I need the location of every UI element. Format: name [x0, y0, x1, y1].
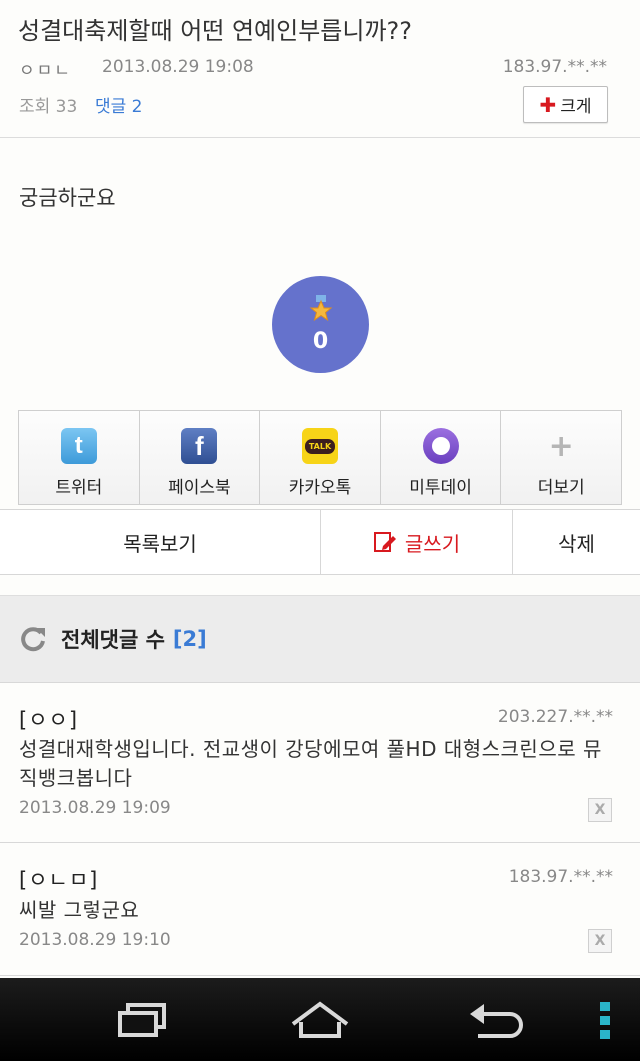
write-button[interactable]: 글쓰기 — [321, 510, 513, 574]
medal-star-icon — [309, 295, 332, 322]
comment-delete-button[interactable]: X — [588, 929, 612, 953]
facebook-icon: f — [181, 428, 218, 464]
twitter-icon: t — [60, 428, 97, 464]
comment-item: [ㅇㅇ] 203.227.**.** 성결대재학생입니다. 전교생이 강당에모여… — [0, 684, 640, 843]
menu-dots-icon — [600, 1001, 610, 1039]
home-icon — [291, 1001, 349, 1038]
recent-apps-button[interactable] — [105, 978, 180, 1061]
home-button[interactable] — [282, 978, 358, 1061]
comment-text: 성결대재학생입니다. 전교생이 강당에모여 풀HD 대형스크린으로 뮤직뱅크봅니… — [19, 737, 602, 790]
comment-text: 씨발 그렇군요 — [19, 898, 140, 922]
comment-count-link[interactable]: 댓글 2 — [95, 92, 143, 117]
post-body: 궁금하군요 — [19, 186, 116, 210]
comment-author: [ㅇㅇ] — [19, 708, 79, 732]
post-header: 성결대축제할때 어떤 연예인부릅니까?? ㅇㅁㄴ 2013.08.29 19:0… — [0, 0, 640, 138]
refresh-icon[interactable] — [19, 625, 47, 653]
comment-ip: 183.97.**.** — [508, 867, 613, 887]
enlarge-button[interactable]: ✚ 크게 — [523, 86, 608, 123]
comments-header: 전체댓글 수 [2] — [0, 595, 640, 683]
comments-title: 전체댓글 수 — [61, 628, 165, 652]
comment-ip: 203.227.**.** — [497, 707, 613, 727]
post-date: 2013.08.29 19:08 — [102, 57, 254, 77]
pencil-icon — [373, 532, 396, 552]
post-author[interactable]: ㅇㅁㄴ — [19, 56, 72, 81]
share-twitter-button[interactable]: t 트위터 — [19, 411, 140, 504]
post-title: 성결대축제할때 어떤 연예인부릅니까?? — [18, 17, 413, 45]
share-label: 페이스북 — [168, 478, 231, 498]
menu-button[interactable] — [590, 978, 620, 1061]
view-count: 조회 33 — [19, 97, 78, 117]
system-nav-bar — [0, 978, 640, 1061]
recent-apps-icon — [117, 1002, 166, 1037]
comment-date: 2013.08.29 19:09 — [19, 798, 171, 818]
comment-item: [ㅇㄴㅁ] 183.97.**.** 씨발 그렇군요 2013.08.29 19… — [0, 844, 640, 976]
share-label: 미투데이 — [409, 478, 472, 498]
back-icon — [470, 1003, 523, 1038]
kakaotalk-icon: TALK — [301, 428, 338, 464]
plus-icon: + — [548, 428, 574, 464]
share-label: 카카오톡 — [288, 478, 352, 498]
recommend-count: 0 — [312, 329, 329, 354]
share-more-button[interactable]: + 더보기 — [501, 411, 621, 504]
share-kakaotalk-button[interactable]: TALK 카카오톡 — [260, 411, 381, 504]
comment-author: [ㅇㄴㅁ] — [19, 868, 99, 892]
comments-count: [2] — [172, 627, 207, 651]
delete-button[interactable]: 삭제 — [513, 510, 640, 574]
list-button[interactable]: 목록보기 — [0, 510, 321, 574]
write-label: 글쓰기 — [404, 531, 461, 556]
me2day-icon — [422, 428, 459, 464]
share-bar: t 트위터 f 페이스북 TALK 카카오톡 미투데이 + 더보기 — [18, 410, 622, 505]
enlarge-label: 크게 — [560, 97, 592, 117]
comment-delete-button[interactable]: X — [588, 798, 612, 822]
post-actions: 목록보기 글쓰기 삭제 — [0, 509, 640, 575]
back-button[interactable] — [462, 978, 532, 1061]
post-ip: 183.97.**.** — [502, 57, 607, 77]
recommend-button[interactable]: 0 — [272, 276, 369, 373]
share-me2day-button[interactable]: 미투데이 — [380, 411, 502, 504]
share-facebook-button[interactable]: f 페이스북 — [139, 411, 261, 504]
comment-date: 2013.08.29 19:10 — [19, 930, 171, 950]
share-label: 트위터 — [55, 478, 103, 498]
share-label: 더보기 — [537, 478, 585, 498]
plus-icon: ✚ — [539, 92, 557, 117]
